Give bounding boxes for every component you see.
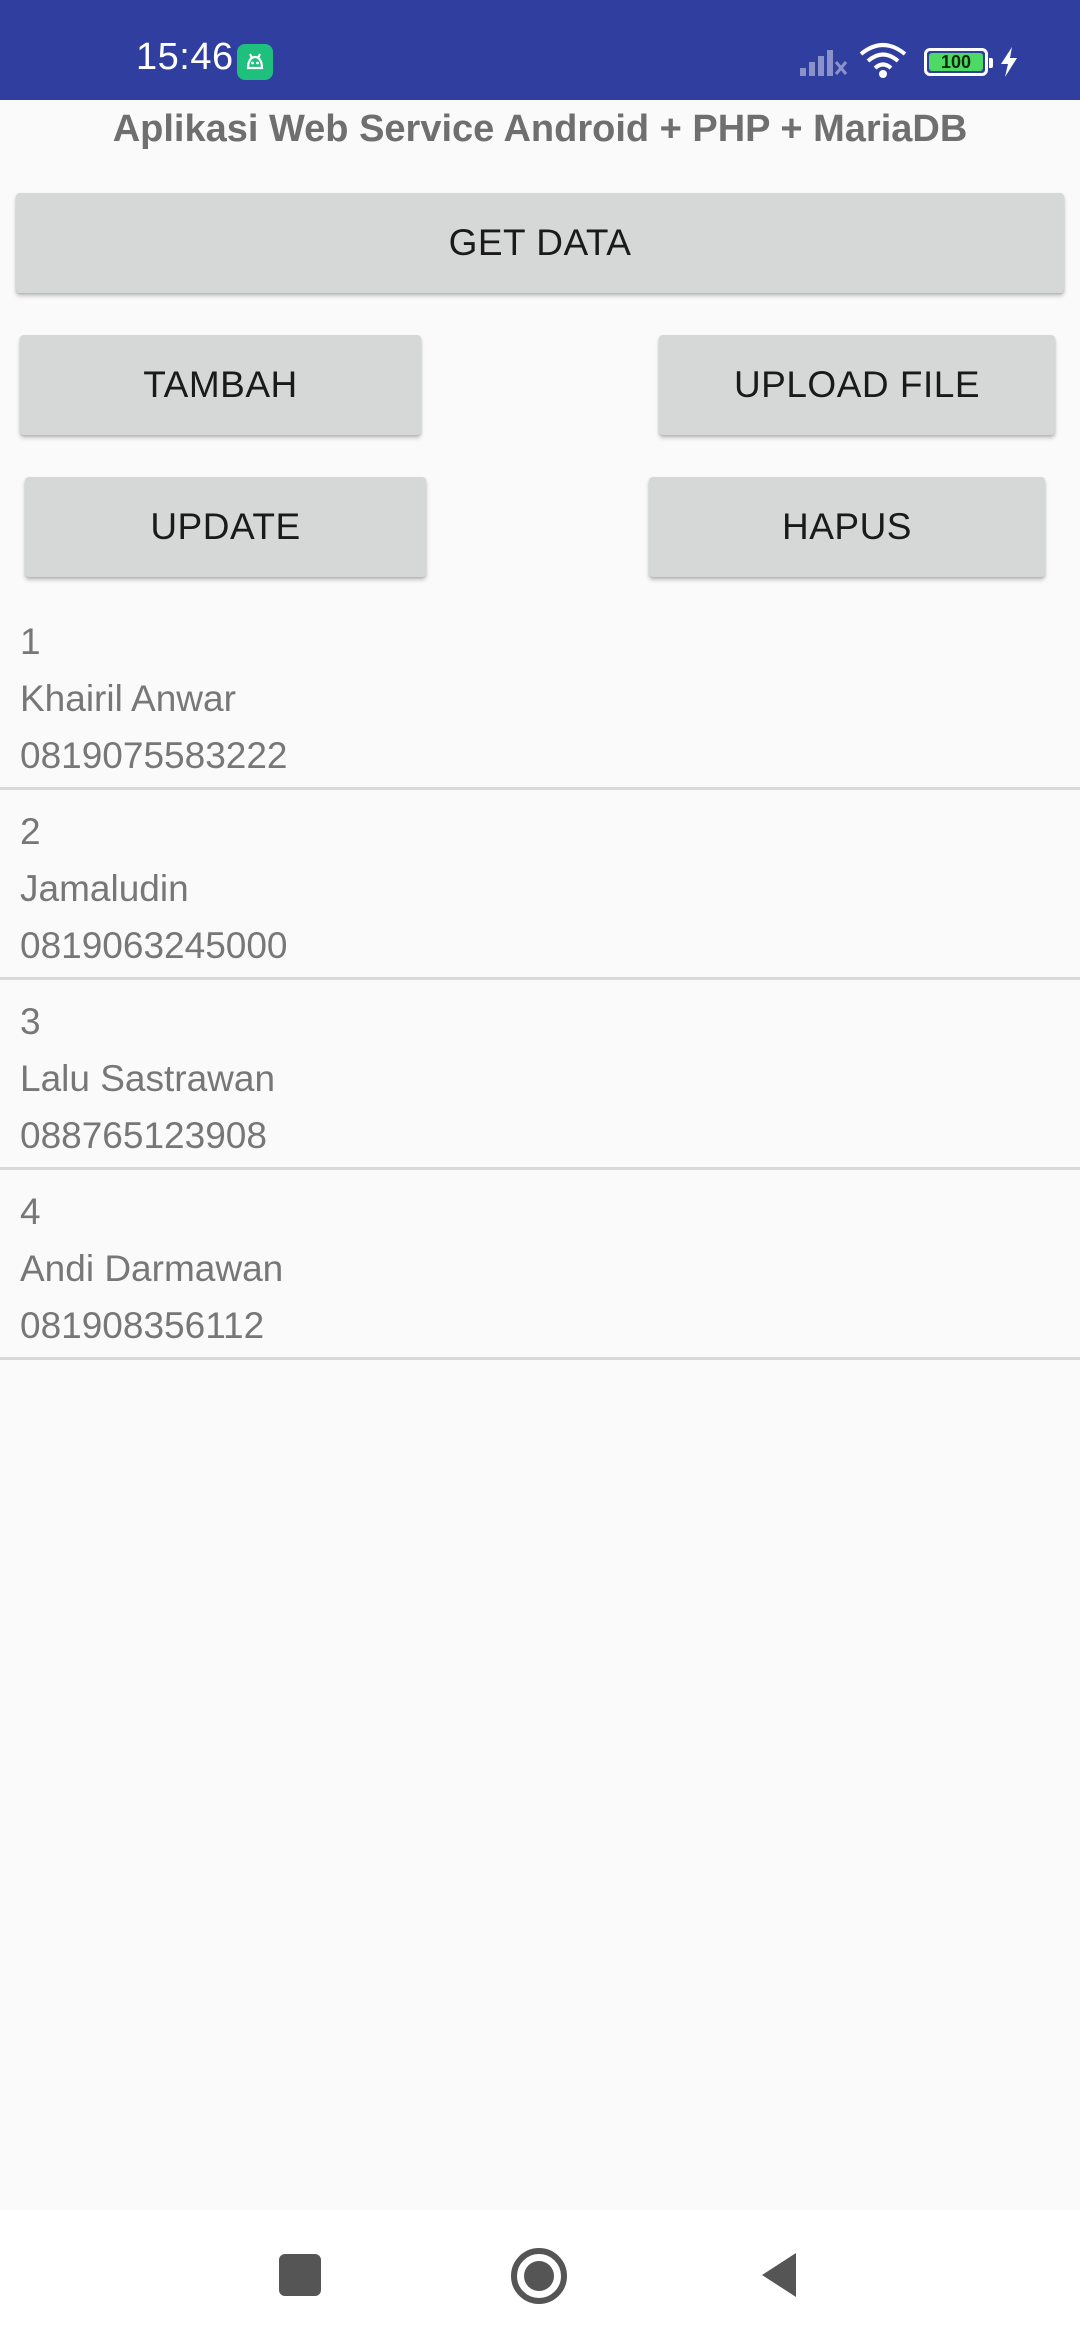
- upload-file-button[interactable]: UPLOAD FILE: [659, 335, 1055, 435]
- record-name: Khairil Anwar: [20, 678, 236, 719]
- cell-signal-off-icon: [798, 44, 850, 83]
- tambah-button[interactable]: TAMBAH: [20, 335, 421, 435]
- get-data-button[interactable]: GET DATA: [16, 193, 1064, 293]
- update-button[interactable]: UPDATE: [25, 477, 426, 577]
- list-item[interactable]: 2 Jamaludin 0819063245000: [0, 790, 1080, 980]
- record-phone: 088765123908: [20, 1115, 267, 1156]
- battery-icon: 100: [924, 48, 993, 76]
- record-id: 2: [20, 811, 41, 852]
- record-name: Lalu Sastrawan: [20, 1058, 276, 1099]
- wifi-icon: [858, 40, 908, 85]
- list-item[interactable]: 4 Andi Darmawan 081908356112: [0, 1170, 1080, 1360]
- lightning-icon: [998, 46, 1020, 83]
- record-phone: 0819063245000: [20, 925, 288, 966]
- circle-icon[interactable]: [511, 2248, 567, 2304]
- list-item[interactable]: 1 Khairil Anwar 0819075583222: [0, 600, 1080, 790]
- app-title: Aplikasi Web Service Android + PHP + Mar…: [112, 108, 968, 150]
- android-face-icon: [237, 44, 273, 80]
- status-bar: 15:46 100: [0, 0, 1080, 100]
- home-dot: [524, 2261, 554, 2291]
- record-name: Andi Darmawan: [20, 1248, 284, 1289]
- record-name: Jamaludin: [20, 868, 189, 909]
- records-list: 1 Khairil Anwar 0819075583222 2 Jamaludi…: [0, 600, 1080, 1360]
- record-phone: 081908356112: [20, 1305, 265, 1346]
- navigation-bar: [0, 2210, 1080, 2340]
- square-icon[interactable]: [279, 2254, 321, 2296]
- battery-level: 100: [929, 53, 983, 71]
- record-id: 3: [20, 1001, 41, 1042]
- triangle-back-icon[interactable]: [758, 2250, 800, 2305]
- list-item[interactable]: 3 Lalu Sastrawan 088765123908: [0, 980, 1080, 1170]
- status-time: 15:46: [136, 36, 234, 78]
- record-id: 4: [20, 1191, 41, 1232]
- record-id: 1: [20, 621, 41, 662]
- record-phone: 0819075583222: [20, 735, 288, 776]
- hapus-button[interactable]: HAPUS: [649, 477, 1045, 577]
